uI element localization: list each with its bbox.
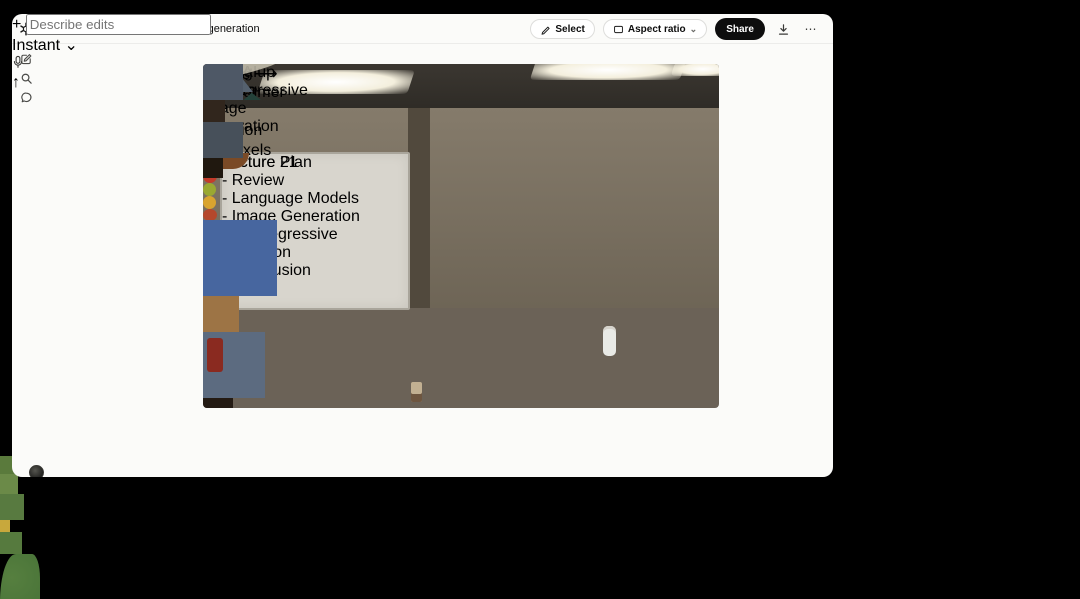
plant [0,474,18,494]
chevron-down-icon: ⌄ [690,24,698,35]
download-button[interactable] [773,19,793,39]
classroom-audience [203,64,287,408]
user-avatar[interactable] [29,465,44,477]
select-button[interactable]: Select [530,19,594,39]
edit-prompt-bar[interactable]: + Instant ⌄ ↑ [12,14,211,92]
student-head [203,158,223,178]
aspect-ratio-label: Aspect ratio [628,24,686,35]
water-bottle [603,326,616,356]
ellipsis-icon: ⋯ [805,22,818,36]
large-plant [0,554,40,599]
toolbar: Select Aspect ratio ⌄ Share [530,14,821,44]
select-pen-icon [540,24,551,35]
coffee-cup [411,382,422,402]
laptop [203,178,237,202]
ceiling-light [671,64,719,76]
student-head [203,100,225,122]
describe-edits-input[interactable] [26,14,211,35]
screen: ✕ College lecture on AI image generation… [0,0,1080,599]
share-button[interactable]: Share [715,18,765,40]
mode-label: Instant [12,37,60,54]
mic-icon[interactable] [12,55,24,69]
aspect-ratio-button[interactable]: Aspect ratio ⌄ [603,19,707,39]
mode-selector[interactable]: Instant ⌄ [12,35,211,55]
plus-icon[interactable]: + [12,16,21,33]
student-head [203,296,239,332]
send-button[interactable]: ↑ [12,74,211,92]
student [203,220,277,296]
more-options-button[interactable]: ⋯ [801,19,821,39]
share-button-label: Share [726,24,754,35]
app-window: ✕ College lecture on AI image generation… [12,14,833,477]
select-button-label: Select [555,24,584,35]
flowers [0,520,10,532]
chevron-down-icon: ⌄ [64,37,77,54]
plant [0,532,22,554]
aspect-ratio-icon [613,24,624,35]
laptop [203,202,229,220]
student-head [203,398,233,408]
wall-column [408,108,430,308]
student [203,122,243,158]
ceiling-light [530,64,686,80]
chat-bubble-icon[interactable] [20,91,33,104]
plant [0,494,24,520]
red-chair [207,338,223,372]
generated-image-lecture[interactable]: Lecture 21 Lecture Plan - Review - Langu… [203,64,719,408]
arrow-up-icon: ↑ [12,74,20,91]
download-icon [777,23,790,36]
